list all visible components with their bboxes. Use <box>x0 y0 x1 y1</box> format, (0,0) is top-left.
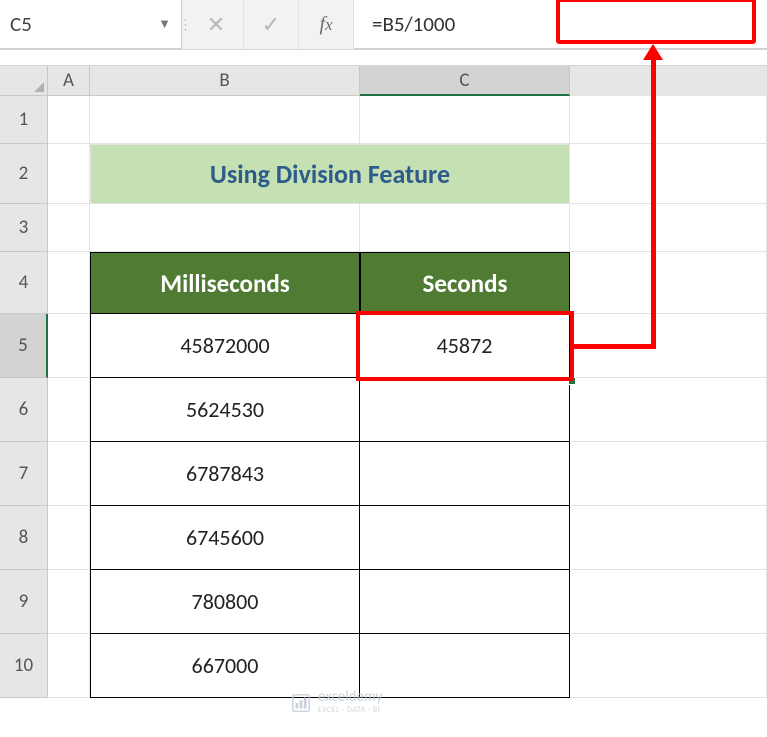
watermark: exceldemy EXCEL · DATA · BI <box>290 690 382 715</box>
cell-B7[interactable]: 6787843 <box>90 442 360 506</box>
cell-D6[interactable] <box>570 378 767 442</box>
title-text: Using Division Feature <box>210 158 450 190</box>
cell-B8[interactable]: 6745600 <box>90 506 360 570</box>
cell-D7[interactable] <box>570 442 767 506</box>
cell-C3[interactable] <box>360 204 570 252</box>
formula-text: =B5/1000 <box>372 11 455 37</box>
col-header-B[interactable]: B <box>90 66 360 96</box>
watermark-brand: exceldemy <box>318 690 382 705</box>
annotation-arrow-head <box>643 44 663 60</box>
cell-B7-value: 6787843 <box>186 460 264 487</box>
cell-B1[interactable] <box>90 96 360 144</box>
name-box[interactable]: C5 ▼ <box>0 0 182 49</box>
row-header-1[interactable]: 1 <box>0 96 48 144</box>
annotation-arrow <box>651 58 656 349</box>
cell-B5-value: 45872000 <box>180 332 269 359</box>
cell-A10[interactable] <box>48 634 90 698</box>
cell-A1[interactable] <box>48 96 90 144</box>
row-header-4[interactable]: 4 <box>0 252 48 314</box>
cell-B3[interactable] <box>90 204 360 252</box>
cell-D10[interactable] <box>570 634 767 698</box>
row-header-10[interactable]: 10 <box>0 634 48 698</box>
cell-A7[interactable] <box>48 442 90 506</box>
annotation-arrow <box>574 344 656 349</box>
header-seconds[interactable]: Seconds <box>360 252 570 314</box>
cell-B9[interactable]: 780800 <box>90 570 360 634</box>
row-9: 9 780800 <box>0 570 767 634</box>
header-milliseconds[interactable]: Milliseconds <box>90 252 360 314</box>
cell-D2[interactable] <box>570 144 767 204</box>
cell-B8-value: 6745600 <box>186 524 264 551</box>
cell-A4[interactable] <box>48 252 90 314</box>
cell-B10-value: 667000 <box>192 652 259 679</box>
fx-icon[interactable]: fx <box>299 0 354 49</box>
cell-B6-value: 5624530 <box>186 396 264 423</box>
col-header-A[interactable]: A <box>48 66 90 96</box>
cell-A3[interactable] <box>48 204 90 252</box>
select-all-corner[interactable] <box>0 66 48 96</box>
cell-D3[interactable] <box>570 204 767 252</box>
formula-input[interactable]: =B5/1000 <box>354 0 767 49</box>
cell-B5[interactable]: 45872000 <box>90 314 360 378</box>
row-7: 7 6787843 <box>0 442 767 506</box>
row-header-5[interactable]: 5 <box>0 314 48 378</box>
cell-C9[interactable] <box>360 570 570 634</box>
cell-C6[interactable] <box>360 378 570 442</box>
cell-A8[interactable] <box>48 506 90 570</box>
separator: ⋮ <box>182 0 189 49</box>
header-ms-label: Milliseconds <box>160 268 290 299</box>
cell-C7[interactable] <box>360 442 570 506</box>
cell-A5[interactable] <box>48 314 90 378</box>
cell-C10[interactable] <box>360 634 570 698</box>
row-10: 10 667000 <box>0 634 767 698</box>
cell-B6[interactable]: 5624530 <box>90 378 360 442</box>
cell-B9-value: 780800 <box>192 588 259 615</box>
cell-D1[interactable] <box>570 96 767 144</box>
cell-A9[interactable] <box>48 570 90 634</box>
cell-D9[interactable] <box>570 570 767 634</box>
cell-C5-value: 45872 <box>437 332 493 359</box>
header-sec-label: Seconds <box>423 268 508 299</box>
cell-D8[interactable] <box>570 506 767 570</box>
row-header-2[interactable]: 2 <box>0 144 48 204</box>
cell-C8[interactable] <box>360 506 570 570</box>
cell-C5[interactable]: 45872 <box>360 314 570 378</box>
col-header-C[interactable]: C <box>360 66 570 96</box>
row-6: 6 5624530 <box>0 378 767 442</box>
row-header-9[interactable]: 9 <box>0 570 48 634</box>
enter-icon[interactable]: ✓ <box>244 0 299 49</box>
row-header-6[interactable]: 6 <box>0 378 48 442</box>
name-box-value: C5 <box>10 11 32 37</box>
fill-handle[interactable] <box>568 377 576 385</box>
cell-A2[interactable] <box>48 144 90 204</box>
row-8: 8 6745600 <box>0 506 767 570</box>
cell-A6[interactable] <box>48 378 90 442</box>
row-header-3[interactable]: 3 <box>0 204 48 252</box>
cell-C1[interactable] <box>360 96 570 144</box>
title-cell[interactable]: Using Division Feature <box>90 144 570 204</box>
row-header-8[interactable]: 8 <box>0 506 48 570</box>
cancel-icon[interactable]: ✕ <box>189 0 244 49</box>
row-header-7[interactable]: 7 <box>0 442 48 506</box>
cell-D4[interactable] <box>570 252 767 314</box>
watermark-tag: EXCEL · DATA · BI <box>318 705 382 715</box>
formula-bar: C5 ▼ ⋮ ✕ ✓ fx =B5/1000 <box>0 0 767 50</box>
watermark-icon <box>290 692 312 714</box>
chevron-down-icon[interactable]: ▼ <box>158 16 171 32</box>
